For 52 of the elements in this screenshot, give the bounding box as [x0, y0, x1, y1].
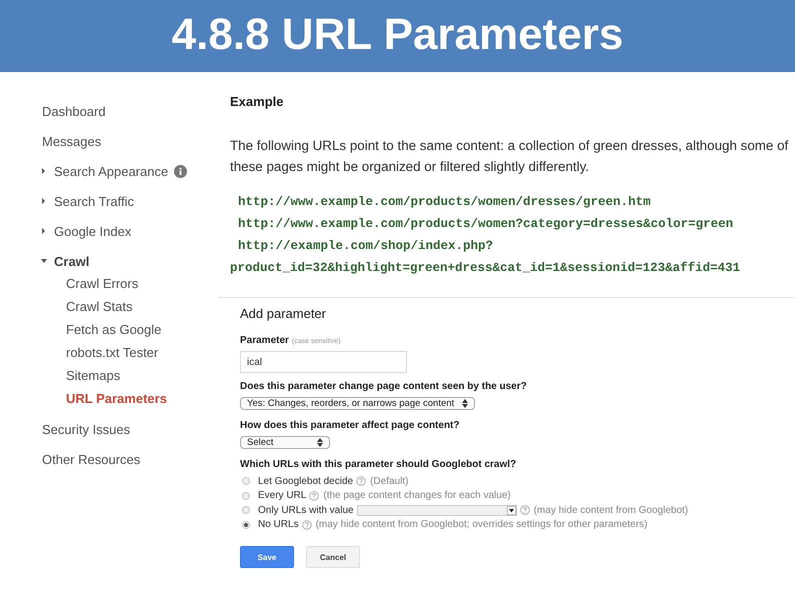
help-icon[interactable] — [520, 505, 530, 516]
sidebar-subitem[interactable]: Crawl Errors — [42, 272, 218, 295]
option-note: (the page content changes for each value) — [323, 490, 511, 502]
sidebar-subitem[interactable]: URL Parameters — [42, 387, 218, 410]
help-icon[interactable] — [309, 490, 320, 501]
sidebar-subitem[interactable]: Fetch as Google — [42, 318, 218, 341]
sidebar-item[interactable]: Other Resources — [42, 452, 140, 466]
dropdown-arrow-icon — [506, 506, 516, 515]
sidebar-item[interactable]: Dashboard — [42, 104, 106, 118]
help-icon[interactable] — [356, 476, 366, 486]
content-effect-select[interactable]: Select — [240, 436, 330, 449]
field-label: Parameter — [240, 335, 289, 346]
option-note: (may hide content from Googlebot; overrides settings for other parameters) — [316, 519, 648, 530]
sidebar-item[interactable]: Crawl — [54, 254, 90, 268]
option-note: (may hide content from Googlebot) — [534, 504, 688, 516]
example-url: http://example.com/shop/index.php? — [238, 239, 494, 255]
sidebar-item[interactable]: Google Index — [54, 224, 132, 238]
section-heading: Example — [230, 94, 284, 109]
sidebar-item[interactable]: Search Traffic — [54, 194, 134, 208]
value-select[interactable] — [356, 504, 517, 516]
example-url: http://www.example.com/products/women?category=dresses&color=green — [238, 217, 734, 233]
sidebar-item[interactable]: Security Issues — [42, 422, 130, 436]
sidebar-subitem[interactable]: Sitemaps — [42, 364, 218, 387]
form-title: Add parameter — [240, 306, 326, 321]
help-icon[interactable] — [302, 520, 312, 530]
content-change-select[interactable]: Yes: Changes, reorders, or narrows page content — [240, 397, 476, 410]
slide-title: 4.8.8 URL Parameters — [172, 10, 624, 60]
radio-button[interactable] — [242, 520, 250, 529]
option-label: No URLs — [258, 519, 299, 530]
cancel-button[interactable]: Cancel — [306, 546, 360, 568]
sidebar-item[interactable]: Search Appearance — [54, 164, 168, 178]
option-label: Let Googlebot decide — [258, 476, 354, 487]
parameter-input[interactable]: ical — [240, 351, 407, 373]
example-url: http://www.example.com/products/women/dresses/green.htm — [238, 195, 652, 211]
radio-button[interactable] — [242, 492, 250, 500]
question-label: How does this parameter affect page content? — [240, 420, 460, 431]
up-down-arrows-icon — [317, 438, 324, 447]
radio-button[interactable] — [242, 506, 250, 514]
question-label: Does this parameter change page content seen by the user? — [240, 381, 527, 392]
sidebar-subitem[interactable]: robots.txt Tester — [42, 341, 218, 364]
up-down-arrows-icon — [462, 399, 468, 408]
example-url: product_id=32&highlight=green+dress&cat_id=1&sessionid=123&affid=431 — [230, 261, 742, 277]
option-label: Every URL — [258, 490, 306, 502]
sidebar-item[interactable]: Messages — [42, 134, 102, 148]
sidebar-subitem[interactable]: Crawl Stats — [42, 295, 218, 318]
description-text: The following URLs point to the same content: a collection of green dresses, although some of these pages might be organized or filtered slightly differently. — [230, 137, 790, 176]
radio-button[interactable] — [242, 477, 250, 486]
option-label: Only URLs with value — [258, 504, 354, 516]
info-icon[interactable] — [174, 164, 188, 178]
question-label: Which URLs with this parameter should Googlebot crawl? — [240, 459, 516, 470]
save-button[interactable]: Save — [240, 546, 294, 568]
option-note: (Default) — [370, 476, 408, 487]
